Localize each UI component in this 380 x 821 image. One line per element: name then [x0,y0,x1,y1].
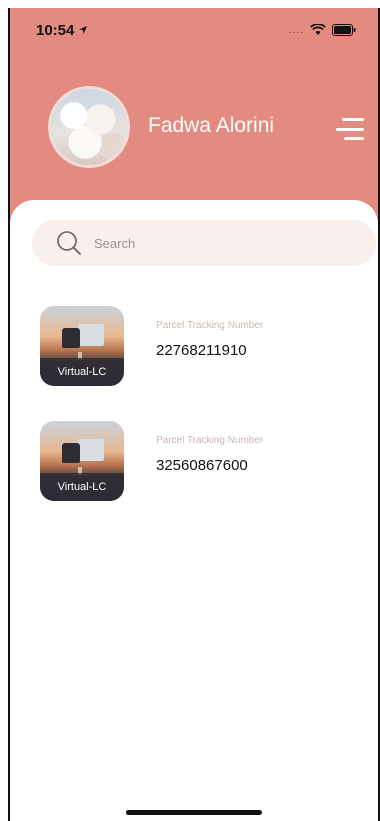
tracking-number: 32560867600 [156,457,248,474]
tracking-caption: Parcel Tracking Number [156,435,264,446]
parcel-thumbnail: Virtual-LC [40,421,124,501]
thumbnail-label: Virtual-LC [40,358,124,386]
parcel-item[interactable]: Virtual-LC Parcel Tracking Number 227682… [40,306,360,386]
phone-screen: 10:54 .... Fadwa Alorini Search Virtual-… [8,8,380,821]
status-icons: .... [289,24,356,36]
truck-image [62,439,104,465]
parcel-thumbnail: Virtual-LC [40,306,124,386]
wifi-icon [310,24,326,35]
tracking-number: 22768211910 [156,342,247,359]
hamburger-menu-icon[interactable] [336,118,364,140]
parcel-item[interactable]: Virtual-LC Parcel Tracking Number 325608… [40,421,360,501]
search-input[interactable] [94,235,314,251]
main-content: Virtual-LC Parcel Tracking Number 227682… [10,200,378,821]
battery-icon [332,24,356,36]
search-icon [57,231,81,255]
status-bar: 10:54 .... [10,8,378,52]
truck-image [62,324,104,350]
search-bar[interactable] [32,220,376,266]
clock-text: 10:54 [36,21,75,39]
avatar[interactable] [48,86,130,168]
home-indicator[interactable] [126,810,262,815]
thumbnail-label: Virtual-LC [40,473,124,501]
signal-indicator: .... [288,24,304,36]
user-name: Fadwa Alorini [148,114,275,137]
location-arrow-icon [79,26,88,34]
status-time: 10:54 [36,22,88,39]
tracking-caption: Parcel Tracking Number [156,320,264,331]
